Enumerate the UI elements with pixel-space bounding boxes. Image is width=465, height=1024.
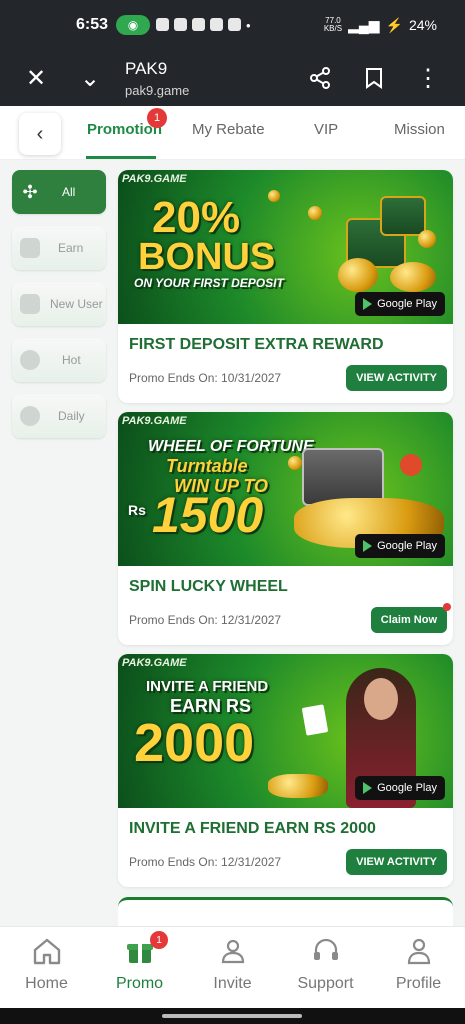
close-icon[interactable]: ✕ — [21, 63, 51, 93]
home-gesture-handle[interactable] — [162, 1014, 302, 1018]
tab-vip[interactable]: VIP — [314, 121, 338, 138]
promo-end-date: Promo Ends On: 12/31/2027 — [129, 855, 282, 869]
clock: 6:53 — [76, 16, 109, 33]
chevron-down-icon[interactable]: ⌄ — [75, 63, 105, 93]
system-nav-bar — [0, 1008, 465, 1024]
category-new-user[interactable]: New User — [12, 282, 106, 326]
share-icon[interactable] — [305, 63, 335, 93]
rocket-icon — [400, 454, 422, 476]
hotspot-icon: ◉ — [116, 15, 151, 35]
gamepad-icon: ✣ — [22, 181, 38, 202]
nav-promo[interactable]: Promo 1 — [93, 927, 186, 1008]
battery-icon: ⚡ — [385, 16, 403, 33]
page-info[interactable]: PAK9 pak9.game — [125, 59, 189, 98]
nav-badge: 1 — [150, 931, 168, 949]
page-title: PAK9 — [125, 58, 168, 78]
more-menu-icon[interactable]: ⋮ — [413, 63, 443, 93]
nav-support[interactable]: Support — [279, 927, 372, 1008]
bookmark-icon[interactable] — [359, 63, 389, 93]
promo-card[interactable]: PAK9.GAME 20% BONUS ON YOUR FIRST DEPOSI… — [118, 170, 453, 403]
brand-logo: PAK9.GAME — [122, 657, 187, 669]
google-play-badge[interactable]: Google Play — [355, 776, 445, 800]
category-hot[interactable]: Hot — [12, 338, 106, 382]
promo-title: FIRST DEPOSIT EXTRA REWARD — [129, 336, 384, 353]
people-icon — [217, 935, 249, 967]
promo-banner[interactable]: PAK9.GAME 20% BONUS ON YOUR FIRST DEPOSI… — [118, 170, 453, 324]
battery-level: 24% — [408, 17, 437, 33]
promo-content: ✣ All Earn New User Hot Daily PAK9.GAME 2… — [0, 160, 465, 926]
promo-card-partial[interactable] — [118, 897, 453, 926]
nav-invite[interactable]: Invite — [186, 927, 279, 1008]
notification-icons: • — [156, 17, 251, 33]
google-play-badge[interactable]: Google Play — [355, 534, 445, 558]
notification-dot — [443, 603, 451, 611]
earn-icon — [20, 238, 40, 258]
back-button[interactable]: ‹ — [19, 113, 61, 155]
brand-logo: PAK9.GAME — [122, 173, 187, 185]
view-activity-button[interactable]: VIEW ACTIVITY — [346, 849, 447, 875]
home-icon — [31, 935, 63, 967]
promo-title: SPIN LUCKY WHEEL — [129, 578, 288, 595]
flame-icon — [20, 350, 40, 370]
page-url: pak9.game — [125, 82, 190, 98]
browser-toolbar: ✕ ⌄ PAK9 pak9.game ⋮ — [0, 50, 465, 106]
status-bar: 6:53 ◉ • 77.0 KB/S ▂▄▆ ⚡ 24% — [0, 0, 465, 50]
promo-banner[interactable]: PAK9.GAME INVITE A FRIEND EARN RS 2000 G… — [118, 654, 453, 808]
view-activity-button[interactable]: VIEW ACTIVITY — [346, 365, 447, 391]
promo-card[interactable]: PAK9.GAME WHEEL OF FORTUNE Turntable WIN… — [118, 412, 453, 645]
nav-profile[interactable]: Profile — [372, 927, 465, 1008]
promo-card[interactable]: PAK9.GAME INVITE A FRIEND EARN RS 2000 G… — [118, 654, 453, 887]
network-speed: 77.0 KB/S — [323, 16, 343, 33]
promo-tabs: ‹ Promotion 1 My Rebate VIP Mission — [0, 106, 465, 160]
category-sidebar: ✣ All Earn New User Hot Daily — [12, 170, 106, 450]
nav-home[interactable]: Home — [0, 927, 93, 1008]
category-daily[interactable]: Daily — [12, 394, 106, 438]
tab-mission[interactable]: Mission — [394, 121, 445, 138]
promo-end-date: Promo Ends On: 10/31/2027 — [129, 371, 282, 385]
category-earn[interactable]: Earn — [12, 226, 106, 270]
brand-logo: PAK9.GAME — [122, 415, 187, 427]
card-icon — [301, 704, 329, 736]
claim-now-button[interactable]: Claim Now — [370, 603, 451, 633]
promo-title: INVITE A FRIEND EARN RS 2000 — [129, 820, 376, 837]
person-icon — [403, 935, 435, 967]
google-play-badge[interactable]: Google Play — [355, 292, 445, 316]
active-tab-indicator — [86, 156, 156, 159]
new-user-icon — [20, 294, 40, 314]
tab-my-rebate[interactable]: My Rebate — [192, 121, 265, 138]
signal-icon: ▂▄▆ — [348, 16, 380, 33]
promo-banner[interactable]: PAK9.GAME WHEEL OF FORTUNE Turntable WIN… — [118, 412, 453, 566]
category-all[interactable]: ✣ All — [12, 170, 106, 214]
headset-icon — [310, 935, 342, 967]
clock-icon — [20, 406, 40, 426]
tab-badge: 1 — [147, 108, 167, 128]
bottom-navigation: Home Promo 1 Invite Support Profile — [0, 926, 465, 1008]
promo-end-date: Promo Ends On: 12/31/2027 — [129, 613, 282, 627]
